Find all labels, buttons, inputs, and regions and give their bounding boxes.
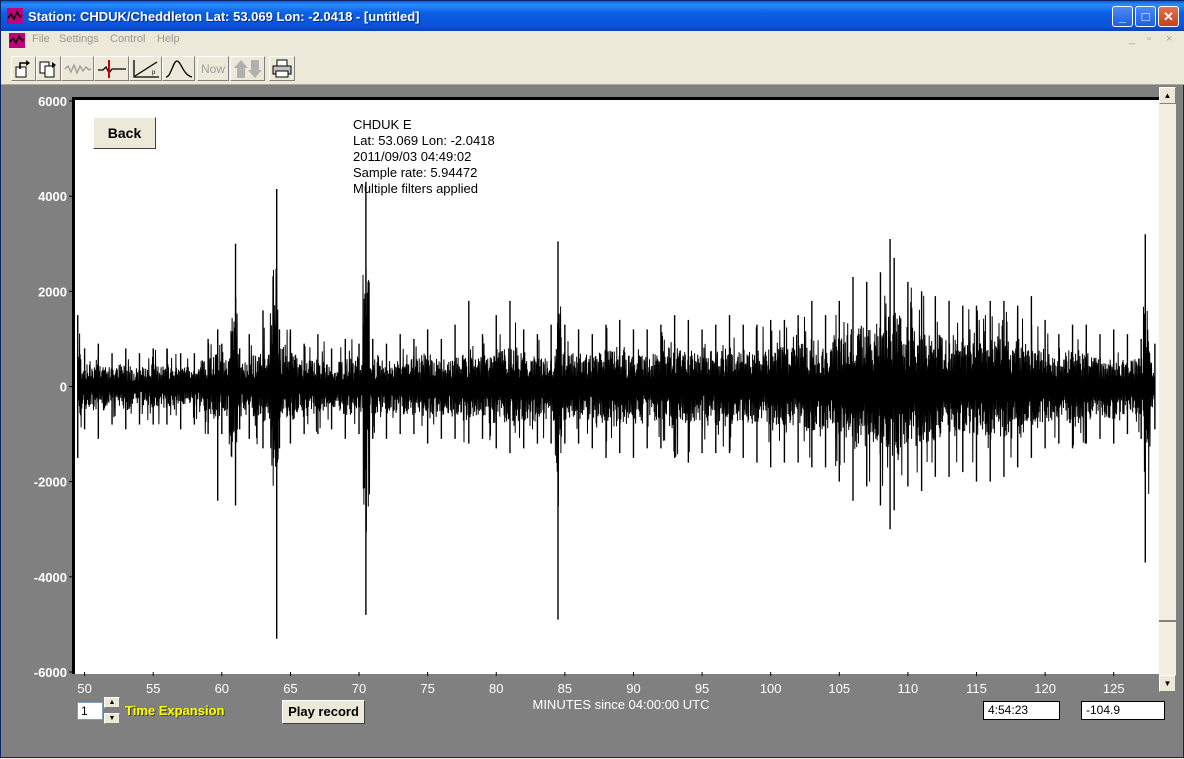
x-tick-label: 75 (420, 681, 434, 696)
x-tick-label: 95 (695, 681, 709, 696)
spin-down-icon: ▼ (108, 715, 116, 722)
station-channel: CHDUK E (353, 117, 412, 132)
x-tick-label: 60 (215, 681, 229, 696)
y-tick-label: -4000 (34, 570, 67, 585)
x-tick-label: 115 (966, 681, 987, 696)
x-tick-label: 110 (898, 681, 919, 696)
vertical-scrollbar[interactable]: ▲ ▼ (1159, 87, 1176, 692)
play-record-button[interactable]: Play record (282, 700, 365, 724)
x-tick-label: 70 (352, 681, 366, 696)
trace-datetime: 2011/09/03 04:49:02 (353, 149, 472, 164)
back-button[interactable]: Back (93, 117, 156, 149)
y-tick-label: -2000 (34, 475, 67, 490)
y-tick-label: -6000 (34, 665, 67, 680)
y-tick-label: 4000 (38, 189, 67, 204)
x-tick-label: 50 (77, 681, 91, 696)
time-readout: 4:54:23 (983, 701, 1060, 720)
scroll-down-icon: ▼ (1163, 679, 1172, 688)
trace-info: CHDUK E Lat: 53.069 Lon: -2.0418 2011/09… (353, 117, 495, 197)
y-tick-label: 0 (60, 380, 67, 395)
x-tick-label: 90 (626, 681, 640, 696)
seismogram-chart: 6000 4000 2000 0 -2000 -4000 -6000 50 55 60 65 70 75… (34, 94, 1156, 696)
sample-rate: Sample rate: 5.94472 (353, 165, 478, 180)
time-expansion-input[interactable]: 1 (77, 702, 103, 720)
x-tick-label: 100 (760, 681, 782, 696)
spin-up-icon: ▲ (108, 699, 116, 706)
x-tick-label: 120 (1034, 681, 1056, 696)
scroll-up-icon: ▲ (1163, 91, 1172, 100)
expansion-up-button[interactable]: ▲ (104, 697, 120, 708)
y-tick-label: 6000 (38, 94, 67, 109)
x-tick-label: 125 (1103, 681, 1125, 696)
app-window: Station: CHDUK/Cheddleton Lat: 53.069 Lo… (0, 0, 1184, 758)
scroll-down-button[interactable]: ▼ (1159, 675, 1176, 692)
x-tick-label: 65 (283, 681, 297, 696)
x-axis-title: MINUTES since 04:00:00 UTC (532, 697, 710, 712)
x-tick-label: 85 (558, 681, 572, 696)
x-tick-label: 80 (489, 681, 503, 696)
time-expansion-label: Time Expansion (125, 703, 225, 718)
scroll-up-button[interactable]: ▲ (1159, 87, 1176, 104)
x-tick-label: 55 (146, 681, 160, 696)
value-readout: -104.9 (1081, 701, 1165, 720)
x-tick-label: 105 (828, 681, 850, 696)
station-coords: Lat: 53.069 Lon: -2.0418 (353, 133, 495, 148)
y-tick-label: 2000 (38, 284, 67, 299)
expansion-down-button[interactable]: ▼ (104, 713, 120, 724)
scroll-thumb[interactable] (1159, 620, 1176, 622)
filter-status: Multiple filters applied (353, 181, 479, 196)
